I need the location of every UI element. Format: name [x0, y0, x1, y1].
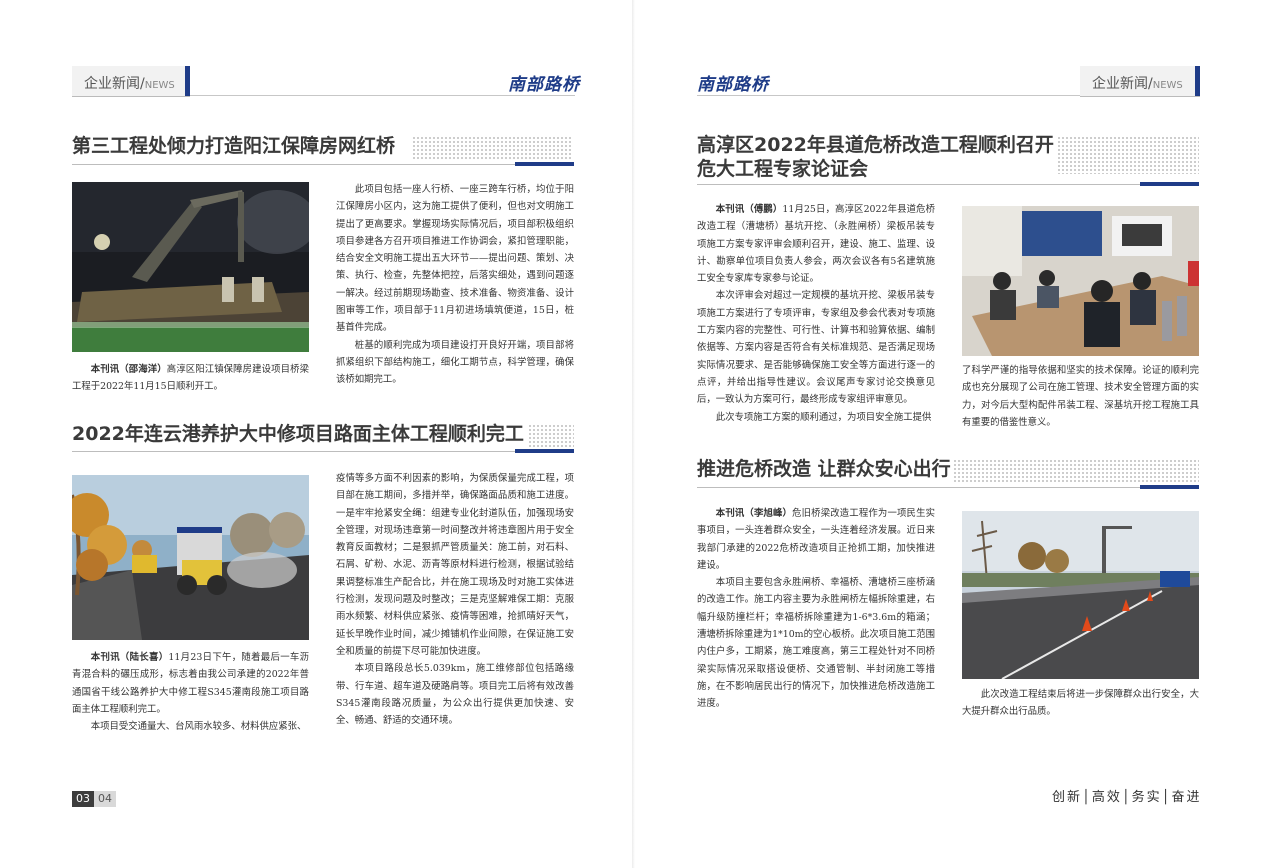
paragraph: 本项目路段总长5.039km，施工维修部位包括路缘带、行车道、超车道及硬路肩等。… [336, 663, 574, 727]
night-construction-svg [72, 182, 309, 352]
article2-caption: 本刊讯（陆长喜）11月23日下午，随着最后一车沥青混合料的碾压成形，标志着由我公… [72, 649, 309, 735]
section-tab-accent [185, 66, 190, 96]
right-page: 南部路桥 企业新闻/NEWS 高淳区2022年县道危桥改造工程顺利召开 危大工程… [635, 0, 1269, 868]
section-label-en: NEWS [144, 80, 175, 91]
article2-body: 疫情等多方面不利因素的影响，为保质保量完成工程，项目部在施工期间，多措并举，确保… [336, 470, 574, 729]
paragraph: 此次专项施工方案的顺利通过，为项目安全施工提供 [715, 411, 932, 423]
article3-body-continued: 了科学严谨的指导依据和坚实的技术保障。论证的顺利完成也充分展现了公司在施工管理、… [962, 362, 1199, 431]
caption-author: 本刊讯（陆长喜） [90, 652, 169, 663]
title-rule [697, 487, 1199, 488]
paragraph: 了科学严谨的指导依据和坚实的技术保障。论证的顺利完成也充分展现了公司在施工管理、… [962, 365, 1199, 428]
paragraph: 桩基的顺利完成为项目建设打开良好开端，项目部将抓紧组织下部结构施工，细化工期节点… [336, 339, 574, 386]
page-number-current: 03 [72, 791, 94, 807]
meeting-room-svg [962, 206, 1199, 356]
article4-caption: 此次改造工程结束后将进一步保障群众出行安全，大大提升群众出行品质。 [962, 686, 1199, 721]
section-label-en: NEWS [1152, 80, 1183, 91]
header-rule-right [697, 95, 1080, 96]
page-number-next: 04 [94, 791, 116, 807]
paragraph-text: 11月25日，高淳区2022年县道危桥改造工程（漕塘桥）基坑开挖、（永胜闸桥）梁… [697, 204, 935, 285]
article3-body: 本刊讯（傅鹏）11月25日，高淳区2022年县道危桥改造工程（漕塘桥）基坑开挖、… [697, 201, 935, 426]
page-numbers: 03 04 [72, 791, 116, 807]
article-author: 本刊讯（傅鹏） [715, 204, 783, 215]
title-rule [72, 164, 574, 165]
paragraph: 疫情等多方面不利因素的影响，为保质保量完成工程，项目部在施工期间，多措并举，确保… [336, 473, 574, 657]
brand-logo-right: 南部路桥 [697, 75, 769, 95]
title-dots [1057, 136, 1199, 174]
article-author: 本刊讯（李旭峰） [715, 508, 793, 519]
section-label-cn: 企业新闻 [84, 76, 140, 92]
section-tab-right: 企业新闻/NEWS [1080, 66, 1200, 97]
article4-body: 本刊讯（李旭峰）危旧桥梁改造工程作为一项民生实事项目，一头连着群众安全，一头连着… [697, 505, 935, 713]
paragraph: 本项目主要包含永胜闸桥、幸福桥、漕塘桥三座桥涵的改造工作。施工内容主要为永胜闸桥… [697, 577, 935, 710]
paragraph: 本项目受交通量大、台风雨水较多、材料供应紧张、 [90, 721, 307, 733]
caption-author: 本刊讯（邵海洋） [90, 364, 167, 375]
article2-title: 2022年连云港养护大中修项目路面主体工程顺利完工 [72, 423, 524, 445]
road-paving-svg [72, 475, 309, 640]
meeting-room-photo [962, 206, 1199, 356]
header-rule-left [190, 95, 575, 96]
article1-title: 第三工程处倾力打造阳江保障房网红桥 [72, 135, 396, 157]
title-rule [697, 184, 1199, 185]
road-bridge-photo [962, 511, 1199, 679]
article4-title: 推进危桥改造 让群众安心出行 [697, 458, 951, 480]
brand-logo-left: 南部路桥 [508, 75, 580, 95]
article3-title-line2: 危大工程专家论证会 [697, 158, 869, 180]
title-rule [72, 451, 574, 452]
section-tab-accent [1195, 66, 1200, 96]
paragraph: 此项目包括一座人行桥、一座三跨车行桥，均位于阳江保障房小区内，这为施工提供了便利… [336, 184, 574, 334]
footer-slogan: 创新│高效│务实│奋进 [1052, 790, 1202, 805]
title-dots [412, 136, 572, 160]
section-label: 企业新闻/NEWS [1092, 73, 1183, 93]
night-construction-photo [72, 182, 309, 352]
title-accent [515, 449, 574, 453]
road-bridge-svg [962, 511, 1199, 679]
section-tab-left: 企业新闻/NEWS [72, 66, 190, 97]
article1-caption: 本刊讯（邵海洋）高淳区阳江镇保障房建设项目桥梁工程于2022年11月15日顺利开… [72, 361, 309, 396]
left-page: 企业新闻/NEWS 南部路桥 第三工程处倾力打造阳江保障房网红桥 本刊讯（邵海洋… [0, 0, 634, 868]
title-accent [515, 162, 574, 166]
title-dots [953, 459, 1199, 483]
paragraph: 本次评审会对超过一定规模的基坑开挖、梁板吊装专项施工方案进行了专项评审，专家组及… [697, 290, 935, 406]
section-label-cn: 企业新闻 [1092, 76, 1148, 92]
title-dots [528, 424, 574, 448]
caption-text: 此次改造工程结束后将进一步保障群众出行安全，大大提升群众出行品质。 [962, 689, 1199, 718]
article3-title-line1: 高淳区2022年县道危桥改造工程顺利召开 [697, 134, 1054, 156]
title-accent [1140, 182, 1199, 186]
title-accent [1140, 485, 1199, 489]
road-paving-photo [72, 475, 309, 640]
section-label: 企业新闻/NEWS [84, 73, 175, 93]
article1-body: 此项目包括一座人行桥、一座三跨车行桥，均位于阳江保障房小区内，这为施工提供了便利… [336, 181, 574, 389]
